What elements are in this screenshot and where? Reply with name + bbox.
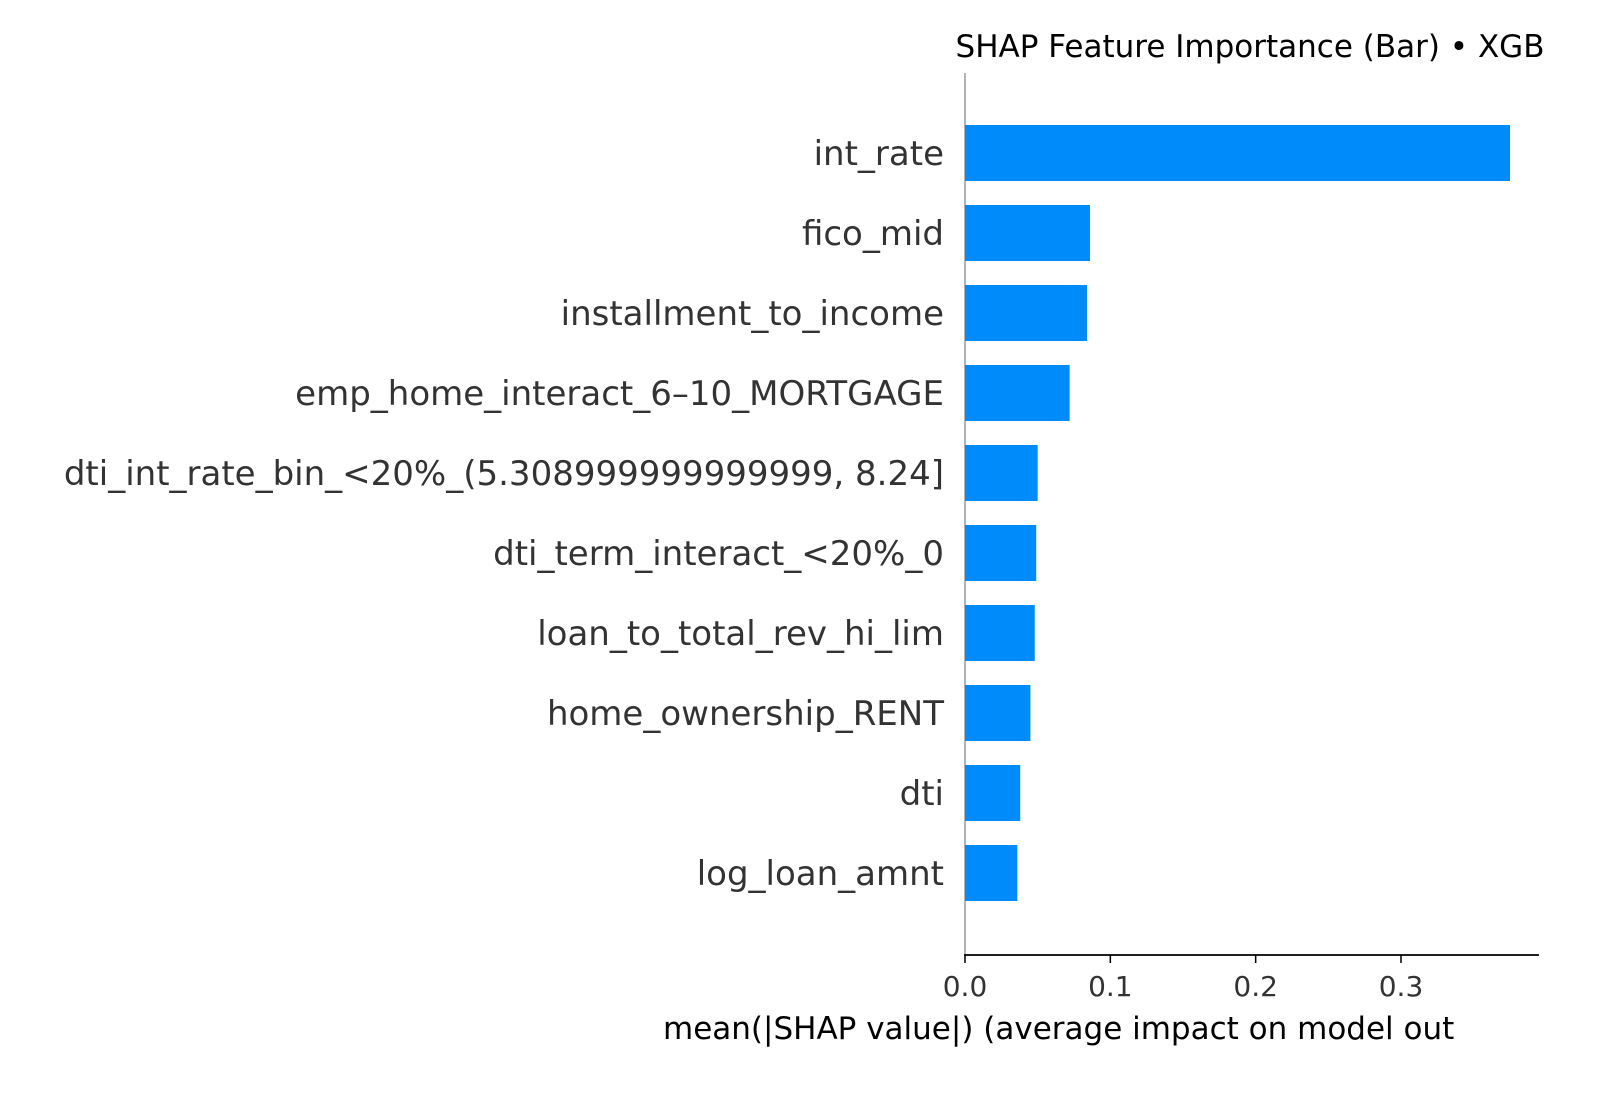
category-label-3: emp_home_interact_6–10_MORTGAGE xyxy=(295,374,944,414)
chart-canvas: SHAP Feature Importance (Bar) • XGB int_… xyxy=(64,29,1545,1047)
bar-3 xyxy=(965,365,1070,421)
category-label-7: home_ownership_RENT xyxy=(547,694,944,734)
bar-1 xyxy=(965,205,1090,261)
category-label-1: fico_mid xyxy=(802,214,944,254)
category-label-9: log_loan_amnt xyxy=(697,854,944,894)
category-labels: int_rate fico_mid installment_to_incomeemp… xyxy=(64,134,944,894)
chart-title: SHAP Feature Importance (Bar) • XGB xyxy=(956,29,1545,65)
bar-9 xyxy=(965,845,1018,901)
x-axis-label: mean(|SHAP value|) (average impact on mo… xyxy=(663,1011,1454,1047)
bar-0 xyxy=(965,125,1510,181)
bars-group xyxy=(965,125,1510,901)
bar-6 xyxy=(965,605,1035,661)
bar-7 xyxy=(965,685,1031,741)
category-label-0: int_rate xyxy=(814,134,944,174)
bar-8 xyxy=(965,765,1021,821)
category-label-5: dti_term_interact_<20%_0 xyxy=(493,534,944,574)
category-label-2: installment_to_income xyxy=(561,294,944,334)
bar-5 xyxy=(965,525,1037,581)
x-tick-label-1: 0.1 xyxy=(1088,970,1133,1003)
category-label-8: dti xyxy=(900,774,944,814)
category-label-4: dti_int_rate_bin_<20%_(5.308999999999999… xyxy=(64,454,944,494)
bar-4 xyxy=(965,445,1038,501)
bar-2 xyxy=(965,285,1088,341)
x-tick-label-0: 0.0 xyxy=(943,970,988,1003)
x-ticks: 0.0 0.1 0.2 0.3 xyxy=(943,955,1424,1003)
shap-bar-chart: SHAP Feature Importance (Bar) • XGB int_… xyxy=(0,0,1600,1100)
x-tick-label-3: 0.3 xyxy=(1379,970,1424,1003)
category-label-6: loan_to_total_rev_hi_lim xyxy=(537,614,944,654)
x-tick-label-2: 0.2 xyxy=(1233,970,1278,1003)
